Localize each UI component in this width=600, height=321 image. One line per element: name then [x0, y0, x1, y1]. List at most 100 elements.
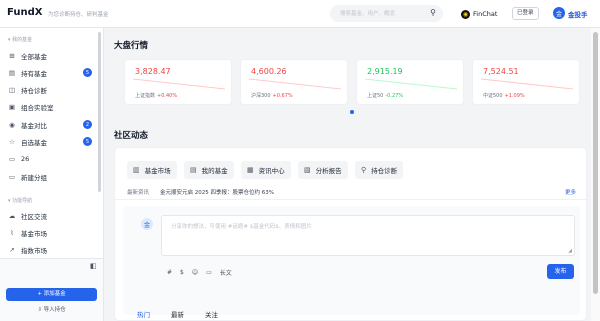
finchat-label: FinChat [473, 10, 498, 18]
add-fund-button[interactable]: + 添加基金 [6, 288, 97, 301]
index-name-row: 中证500 +1.09% [483, 92, 525, 99]
count-badge: 5 [83, 68, 92, 77]
sidebar-item-compare[interactable]: ◉ 基金对比 2 [8, 119, 94, 131]
sidebar-item-label: 自选基金 [21, 139, 47, 147]
market-card-sh-index[interactable]: 3,828.47 上证指数 +0.40% [124, 59, 232, 105]
sidebar-scrollbar[interactable] [98, 32, 101, 192]
market-card-hs300[interactable]: 4,600.26 沪深300 +0.67% [240, 59, 348, 105]
search-input[interactable]: 搜索基金、用户、概念 ⚲ [330, 5, 443, 22]
emoji-icon[interactable]: ☺ [192, 269, 198, 276]
chart-icon: ▥ [133, 166, 140, 174]
community-panel: ▥ 基金市场 ▤ 我的基金 ▦ 资讯中心 ▧ 分析报告 ⚲ 持仓诊断 最新资讯 … [114, 147, 588, 321]
index-name: 中证500 [483, 93, 503, 99]
sidebar-item-label: 基金对比 [21, 122, 47, 130]
fund-code-icon[interactable]: $ [180, 269, 184, 276]
index-name: 沪深300 [251, 93, 271, 99]
sidebar-item-lab[interactable]: ▣ 组合实验室 [8, 101, 94, 113]
sidebar-item-community[interactable]: ☁ 社区交流 [8, 210, 94, 222]
community-icon: ☁ [8, 212, 16, 220]
finchat-icon: ◉ [461, 9, 470, 19]
quick-link-label: 分析报告 [315, 167, 342, 175]
index-name: 上证50 [367, 93, 384, 99]
quick-link-label: 基金市场 [144, 167, 171, 175]
index-change: +0.40% [157, 93, 178, 99]
diagnosis-icon: ◫ [8, 86, 16, 94]
grid-icon: ⊞ [9, 52, 15, 60]
page-scrollbar-thumb[interactable] [593, 32, 598, 294]
folder-icon: ▭ [8, 155, 16, 163]
search-icon: ⚲ [361, 166, 367, 174]
sidebar-item-fund-market[interactable]: ⌇ 基金市场 [8, 227, 94, 239]
search-icon[interactable]: ⚲ [430, 8, 436, 17]
quick-link-diagnosis[interactable]: ⚲ 持仓诊断 [355, 161, 404, 179]
sidebar-item-all-funds[interactable]: ⊞ 全部基金 [8, 50, 94, 62]
login-status-button[interactable]: 已登录 [512, 7, 539, 20]
sidebar-collapse-icon[interactable]: ◧ [90, 262, 97, 270]
trend-sparkline [365, 78, 457, 90]
long-post-button[interactable]: 长文 [220, 268, 232, 277]
sidebar-item-label: 持有基金 [21, 70, 47, 78]
compare-icon: ◉ [9, 121, 15, 129]
sidebar-section-features[interactable]: ▾ 功能导航 [8, 197, 32, 204]
tab-latest[interactable]: 最新 [171, 309, 184, 319]
finchat-button[interactable]: ◉ FinChat [461, 7, 497, 21]
quick-link-reports[interactable]: ▧ 分析报告 [298, 161, 348, 179]
composer-toolbar: # $ ☺ ▭ 长文 [167, 268, 232, 277]
index-value: 3,828.47 [135, 67, 171, 76]
index-name-row: 上证50 -0.27% [367, 92, 403, 99]
sidebar-item-new-group[interactable]: ▭ 新建分组 [8, 171, 94, 183]
avatar[interactable]: 金 [553, 7, 565, 19]
lab-icon: ▣ [8, 103, 16, 111]
trend-sparkline [481, 78, 573, 90]
main-content: 大盘行情 3,828.47 上证指数 +0.40% 4,600.26 沪深300 +… [104, 28, 590, 321]
news-headline[interactable]: 金元顺安元启 2025 四季报：股票仓位约 63% [160, 188, 274, 196]
app-tagline: 为您诊断持仓、研判基金 [48, 12, 109, 18]
tab-following[interactable]: 关注 [205, 309, 218, 319]
quick-link-my-funds[interactable]: ▤ 我的基金 [184, 161, 234, 179]
index-value: 7,524.51 [483, 67, 519, 76]
more-link[interactable]: 更多 [565, 188, 576, 196]
sidebar-section-my-funds[interactable]: ▾ 我的基金 [8, 36, 32, 43]
trend-sparkline [249, 78, 341, 90]
quick-link-fund-market[interactable]: ▥ 基金市场 [127, 161, 177, 179]
index-value: 2,915.19 [367, 67, 403, 76]
quick-link-label: 资讯中心 [258, 167, 285, 175]
sidebar-item-holdings[interactable]: ▤ 持有基金 5 [8, 67, 94, 79]
quick-link-label: 持仓诊断 [371, 167, 398, 175]
sidebar-item-label: 社区交流 [21, 213, 47, 221]
avatar: 金 [141, 218, 153, 230]
new-folder-icon: ▭ [8, 173, 16, 181]
hashtag-icon[interactable]: # [167, 269, 172, 276]
carousel-dot[interactable] [350, 110, 354, 114]
post-input[interactable]: 分享你的想法，可使用 #话题# $基金代码$、表情和图片 ◢ [161, 215, 575, 256]
app-logo[interactable]: FundX [7, 7, 42, 18]
index-name-row: 沪深300 +0.67% [251, 92, 293, 99]
index-icon: ↗ [9, 246, 15, 254]
tab-hot[interactable]: 热门 [137, 309, 150, 319]
index-change: -0.27% [385, 93, 404, 99]
market-card-sz50[interactable]: 2,915.19 上证50 -0.27% [356, 59, 464, 105]
sidebar-item-watchlist[interactable]: ☆ 自选基金 5 [8, 136, 94, 148]
sidebar-item-label: 持仓诊断 [21, 87, 47, 95]
image-icon[interactable]: ▭ [206, 269, 212, 276]
index-name-row: 上证指数 +0.40% [135, 92, 177, 99]
sidebar-item-label: 全部基金 [21, 53, 47, 61]
post-input-placeholder: 分享你的想法，可使用 #话题# $基金代码$、表情和图片 [171, 224, 312, 230]
news-label: 最新资讯 [127, 190, 150, 196]
divider [115, 199, 588, 200]
report-icon: ▧ [304, 166, 311, 174]
publish-button[interactable]: 发布 [547, 264, 574, 279]
sidebar-item-diagnosis[interactable]: ◫ 持仓诊断 [8, 84, 94, 96]
import-holdings-button[interactable]: ⇩ 导入持仓 [0, 305, 103, 313]
sidebar-item-label: 新建分组 [21, 174, 47, 182]
sidebar-item-label: 基金市场 [21, 230, 47, 238]
user-name[interactable]: 金投手 [568, 9, 588, 19]
sidebar-item-group-26[interactable]: ▭ 26 [8, 153, 94, 165]
sidebar-item-index-market[interactable]: ↗ 指数市场 [8, 244, 94, 256]
resize-handle-icon[interactable]: ◢ [568, 248, 572, 254]
market-card-zz500[interactable]: 7,524.51 中证500 +1.09% [472, 59, 580, 105]
market-title: 大盘行情 [114, 41, 149, 51]
holdings-icon: ▤ [8, 69, 16, 77]
quick-link-news-center[interactable]: ▦ 资讯中心 [241, 161, 291, 179]
market-icon: ⌇ [10, 229, 14, 237]
